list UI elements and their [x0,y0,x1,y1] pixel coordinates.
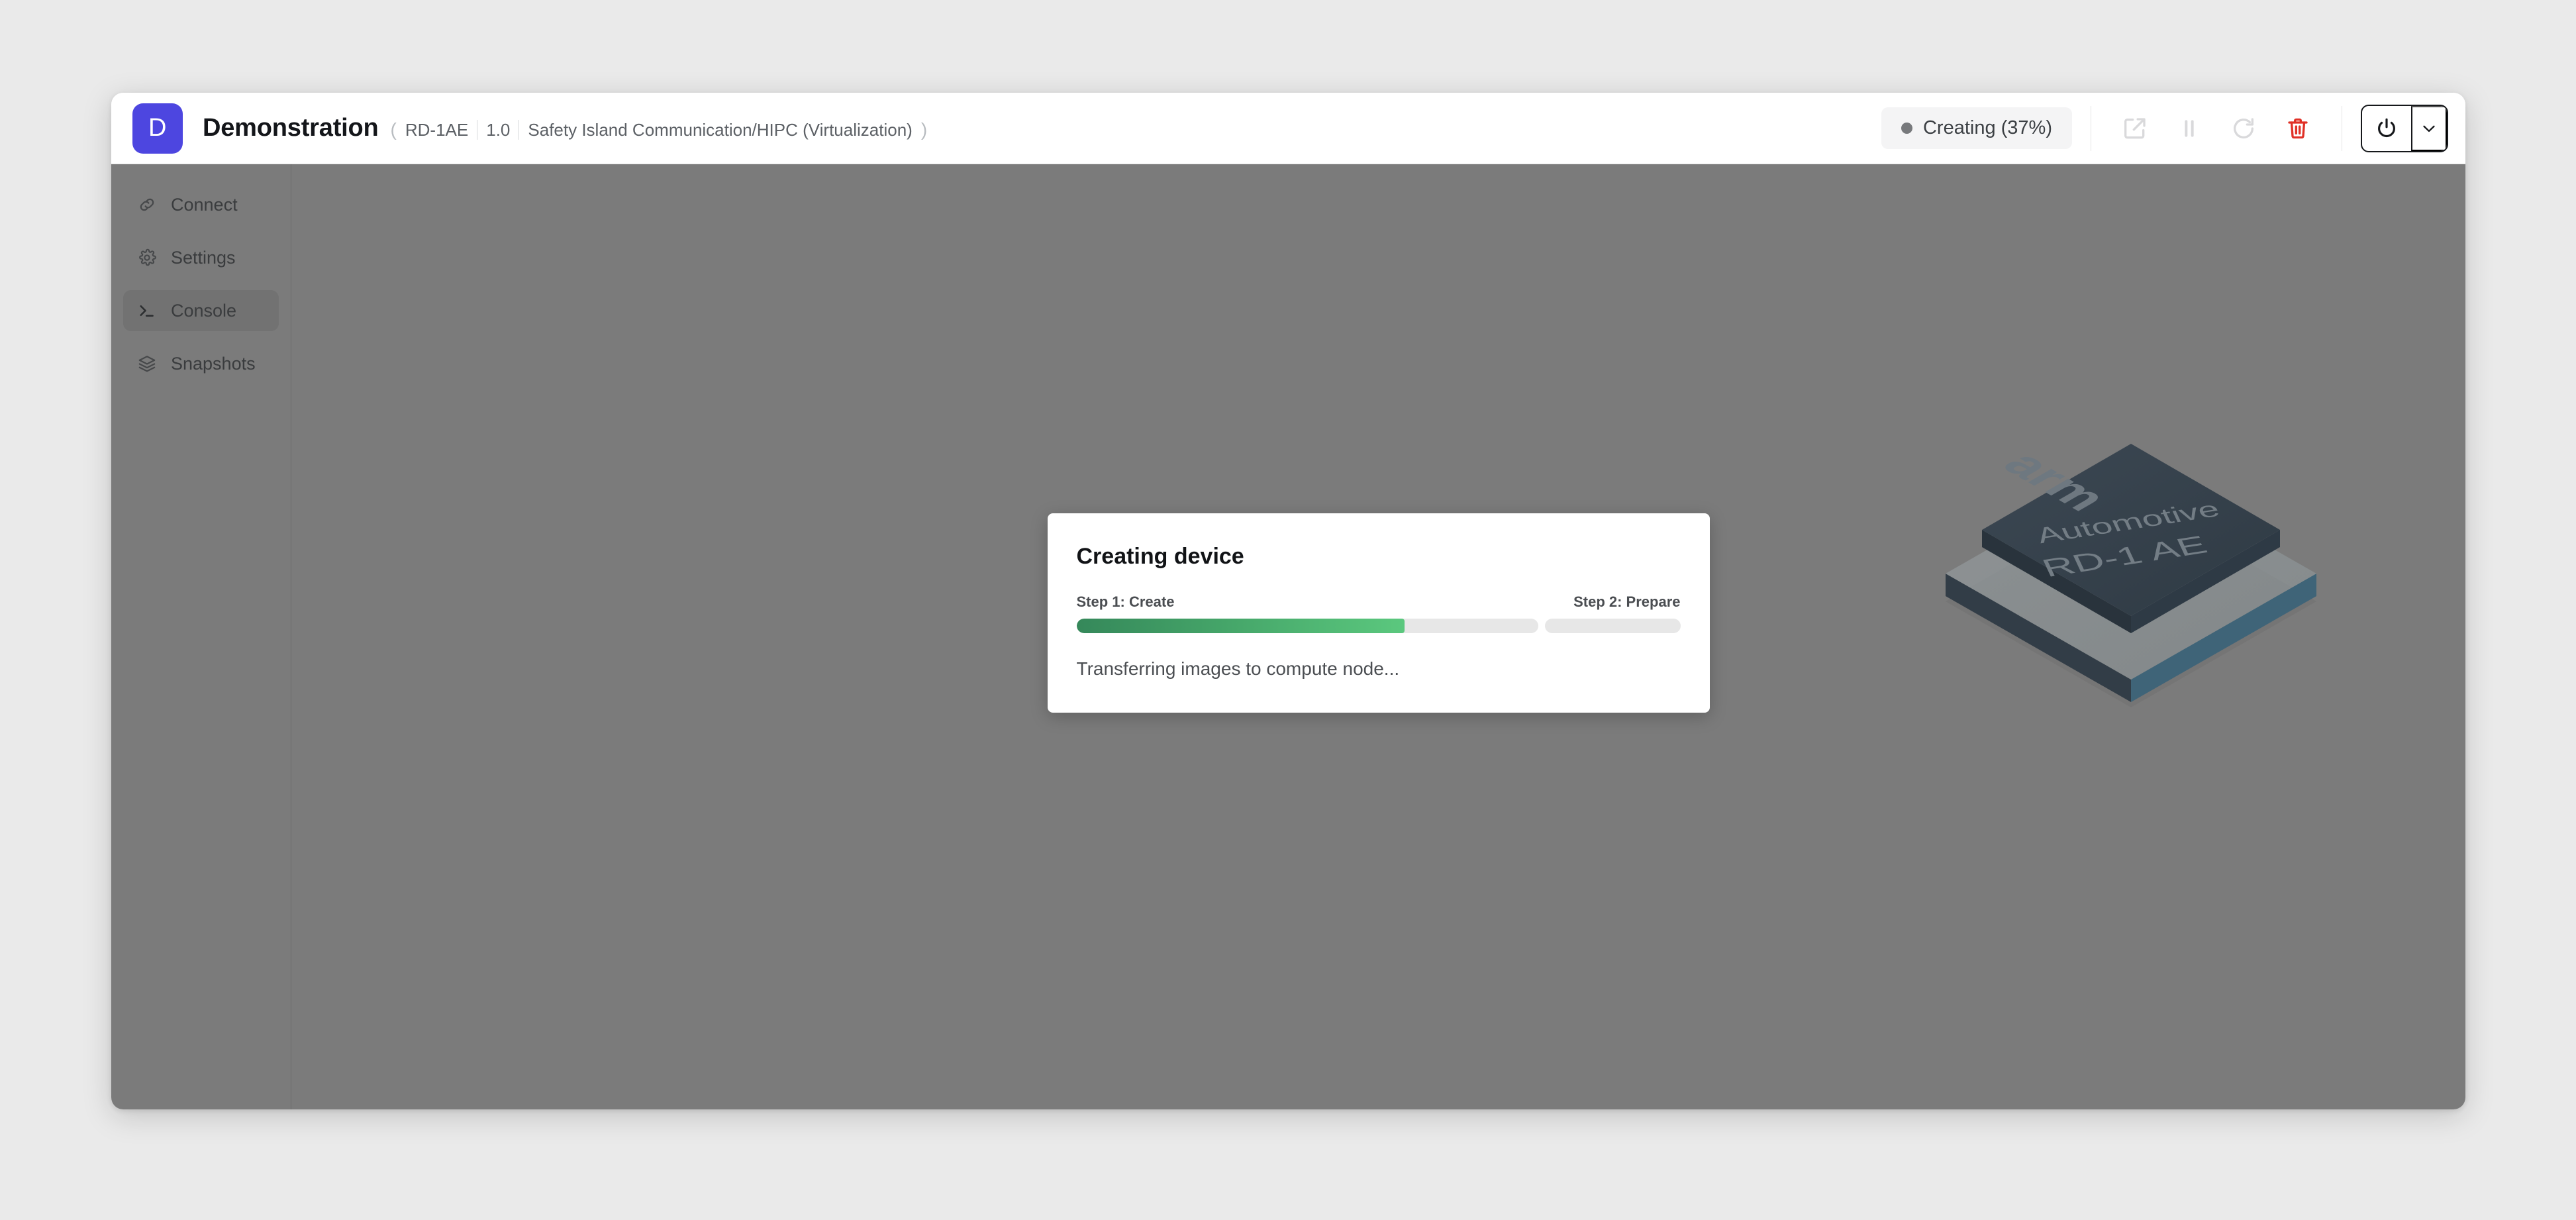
progress-step-labels: Step 1: Create Step 2: Prepare [1077,593,1681,611]
breadcrumb-open-paren: ( [390,119,397,140]
app-window: D Demonstration ( RD-1AE 1.0 Safety Isla… [111,93,2465,1109]
dialog-title: Creating device [1076,544,1244,569]
open-external-icon [2124,117,2146,138]
sidebar-item-label: Settings [171,247,236,268]
pause-icon [2185,119,2194,137]
refresh-icon [2234,117,2254,138]
status-badge: Creating (37%) [1881,107,2072,149]
terminal-icon [136,300,158,321]
layers-icon [136,353,158,374]
breadcrumb: ( RD-1AE 1.0 Safety Island Communication… [390,119,928,140]
power-dropdown-button[interactable] [2411,105,2447,151]
power-button-group [2361,104,2448,152]
sidebar-item-label: Snapshots [171,353,256,374]
power-icon [2378,118,2395,137]
modal-overlay: Creating device Step 1: Create Step 2: P… [291,164,2465,1109]
open-external-button[interactable] [2110,103,2160,154]
status-dot [1901,123,1912,134]
breadcrumb-item-application: Safety Island Communication/HIPC (Virtua… [528,119,913,140]
sidebar-item-label: Console [171,300,237,321]
refresh-button[interactable] [2218,103,2269,154]
title-block: Demonstration ( RD-1AE 1.0 Safety Island… [203,114,927,142]
avatar: D [132,103,183,154]
sidebar-item-console[interactable]: Console [123,290,279,331]
sidebar-item-connect[interactable]: Connect [123,184,279,225]
breadcrumb-item-platform: RD-1AE [405,119,469,140]
gear-icon [136,247,158,268]
page-title: Demonstration [203,114,379,142]
breadcrumb-close-paren: ) [920,119,928,140]
console-stage: arm Automotive RD-1 AE Creating device S… [291,164,2465,1109]
progress-segment-1-fill [1076,619,1405,633]
breadcrumb-item-version: 1.0 [486,119,511,140]
trash-icon [2288,118,2308,138]
progress-bar [1076,619,1681,633]
chevron-down-icon [2423,125,2435,132]
sidebar-item-settings[interactable]: Settings [123,237,279,278]
avatar-letter: D [148,114,167,142]
pause-button[interactable] [2164,103,2214,154]
toolbar [2110,103,2323,154]
link-icon [136,194,158,215]
progress-segment-1 [1076,619,1539,633]
sidebar-item-label: Connect [171,194,238,215]
delete-button[interactable] [2273,103,2323,154]
status-label: Creating (37%) [1922,117,2052,138]
dialog-status-text: Transferring images to compute node... [1076,658,1400,679]
power-button[interactable] [2362,106,2411,151]
progress-segment-2 [1545,619,1681,633]
step-2-label: Step 2: Prepare [1573,593,1681,610]
sidebar-item-snapshots[interactable]: Snapshots [123,343,279,384]
step-1-label: Step 1: Create [1076,593,1175,610]
creating-device-dialog: Creating device Step 1: Create Step 2: P… [1047,513,1710,713]
app-body: Connect Settings Console Snapshots arm A… [111,164,2465,1109]
app-header: D Demonstration ( RD-1AE 1.0 Safety Isla… [111,93,2465,164]
sidebar: Connect Settings Console Snapshots [111,164,291,1109]
